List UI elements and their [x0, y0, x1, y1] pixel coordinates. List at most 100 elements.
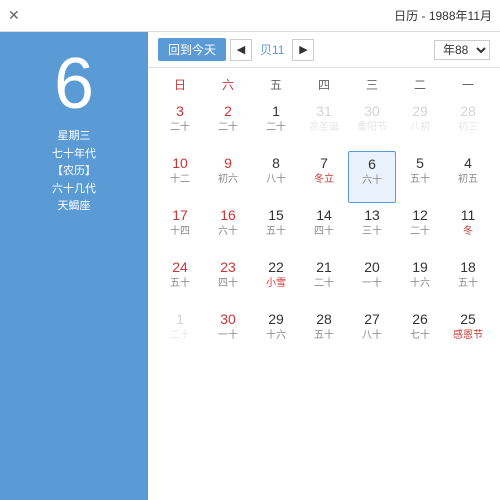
sidebar-zodiac: 天蝎座: [52, 198, 96, 216]
calendar-day[interactable]: 28 初三: [444, 99, 492, 151]
calendar-day[interactable]: 7冬立: [300, 151, 348, 203]
solar-date: 31: [316, 103, 332, 120]
calendar-day[interactable]: 30重阳节: [348, 99, 396, 151]
calendar-day[interactable]: 6六十: [348, 151, 396, 203]
calendar-day[interactable]: 29八初: [396, 99, 444, 151]
lunar-date: 二十: [170, 330, 190, 342]
solar-date: 2: [224, 103, 232, 120]
lunar-date: 感恩节: [453, 330, 483, 342]
calendar-day[interactable]: 21 二十: [300, 255, 348, 307]
lunar-date: 十四: [170, 226, 190, 238]
calendar-day[interactable]: 15五十: [252, 203, 300, 255]
solar-date: 8: [272, 155, 280, 172]
calendar-day[interactable]: 29十六: [252, 307, 300, 359]
lunar-date: 四十: [218, 278, 238, 290]
calendar-day[interactable]: 8 八十: [252, 151, 300, 203]
solar-date: 3: [176, 103, 184, 120]
calendar-day[interactable]: 1 二十: [156, 307, 204, 359]
calendar-day[interactable]: 30一十: [204, 307, 252, 359]
sidebar-line4: 六十几代: [52, 181, 96, 199]
calendar-week: 17 十四 16六十15五十 14 四十 13三十 12 二十 11 冬: [156, 203, 492, 255]
solar-date: 29: [268, 311, 284, 328]
calendar-day[interactable]: 27 八十: [348, 307, 396, 359]
lunar-date: 二十: [410, 226, 430, 238]
solar-date: 15: [268, 207, 284, 224]
prev-button[interactable]: ◀: [230, 39, 252, 61]
lunar-date: 冬: [463, 226, 473, 238]
calendar-week: 24 五十 23四十22小雪 21 二十 20一十19十六18五十: [156, 255, 492, 307]
calendar-day[interactable]: 28五十: [300, 307, 348, 359]
year-select[interactable]: 年88 年89: [434, 40, 490, 60]
sidebar-weekday: 星期三: [52, 128, 96, 146]
solar-date: 16: [220, 207, 236, 224]
calendar-day[interactable]: 16六十: [204, 203, 252, 255]
calendar-day[interactable]: 2 二十: [204, 99, 252, 151]
calendar-day[interactable]: 11 冬: [444, 203, 492, 255]
sidebar-line2: 七十年代: [52, 146, 96, 164]
lunar-date: 初五: [458, 174, 478, 186]
solar-date: 19: [412, 259, 428, 276]
calendar-day[interactable]: 13三十: [348, 203, 396, 255]
solar-date: 17: [172, 207, 188, 224]
solar-date: 24: [172, 259, 188, 276]
calendar-week: 10十二9初六 8 八十 7冬立6六十 5 五十 4 初五: [156, 151, 492, 203]
sidebar: 6 星期三 七十年代 【农历】 六十几代 天蝎座: [0, 32, 148, 500]
calendar-header: 回到今天 ◀ 贝11 ▶ 年88 年89: [148, 32, 500, 68]
next-button[interactable]: ▶: [292, 39, 314, 61]
lunar-date: 八十: [362, 330, 382, 342]
calendar-day[interactable]: 12 二十: [396, 203, 444, 255]
calendar-day[interactable]: 26七十: [396, 307, 444, 359]
month-label[interactable]: 贝11: [256, 41, 288, 58]
calendar-day[interactable]: 18五十: [444, 255, 492, 307]
lunar-date: 二十: [266, 122, 286, 134]
solar-date: 5: [416, 155, 424, 172]
calendar-day[interactable]: 24 五十: [156, 255, 204, 307]
solar-date: 4: [464, 155, 472, 172]
lunar-date: 八十: [266, 174, 286, 186]
calendar-day[interactable]: 3二十: [156, 99, 204, 151]
solar-date: 28: [316, 311, 332, 328]
solar-date: 13: [364, 207, 380, 224]
lunar-date: 一十: [218, 330, 238, 342]
calendar-day[interactable]: 23四十: [204, 255, 252, 307]
calendar-day[interactable]: 17 十四: [156, 203, 204, 255]
close-button[interactable]: ✕: [8, 7, 20, 24]
calendar-day[interactable]: 31农圣诞: [300, 99, 348, 151]
lunar-date: 二十: [314, 278, 334, 290]
calendar-day[interactable]: 4 初五: [444, 151, 492, 203]
lunar-date: 二十: [218, 122, 238, 134]
main-content: 6 星期三 七十年代 【农历】 六十几代 天蝎座 回到今天 ◀ 贝11 ▶ 年8…: [0, 32, 500, 500]
calendar-day[interactable]: 10十二: [156, 151, 204, 203]
solar-date: 14: [316, 207, 332, 224]
solar-date: 21: [316, 259, 332, 276]
calendar-day[interactable]: 9初六: [204, 151, 252, 203]
solar-date: 25: [460, 311, 476, 328]
calendar-day[interactable]: 5 五十: [396, 151, 444, 203]
day-header-thu: 四: [300, 72, 348, 97]
calendar-day[interactable]: 20一十: [348, 255, 396, 307]
solar-date: 30: [364, 103, 380, 120]
lunar-date: 初三: [458, 122, 478, 134]
lunar-date: 四十: [314, 226, 334, 238]
calendar-area: 回到今天 ◀ 贝11 ▶ 年88 年89 日 六 五 四 三 二 一 3二十2二…: [148, 32, 500, 500]
calendar-day[interactable]: 14 四十: [300, 203, 348, 255]
lunar-date: 五十: [458, 278, 478, 290]
day-header-wed: 三: [348, 72, 396, 97]
solar-date: 1: [176, 311, 184, 328]
today-button[interactable]: 回到今天: [158, 38, 226, 61]
day-header-sun: 日: [156, 72, 204, 97]
calendar-day[interactable]: 19十六: [396, 255, 444, 307]
solar-date: 27: [364, 311, 380, 328]
lunar-date: 五十: [170, 278, 190, 290]
titlebar: ✕ 日历 - 1988年11月: [0, 0, 500, 32]
calendar-day[interactable]: 25 感恩节: [444, 307, 492, 359]
calendar-day[interactable]: 22小雪: [252, 255, 300, 307]
solar-date: 28: [460, 103, 476, 120]
lunar-date: 小雪: [266, 278, 286, 290]
solar-date: 11: [461, 207, 476, 224]
calendar-day[interactable]: 1二十: [252, 99, 300, 151]
solar-date: 12: [412, 207, 428, 224]
lunar-date: 十二: [170, 174, 190, 186]
lunar-date: 五十: [410, 174, 430, 186]
lunar-date: 初六: [218, 174, 238, 186]
